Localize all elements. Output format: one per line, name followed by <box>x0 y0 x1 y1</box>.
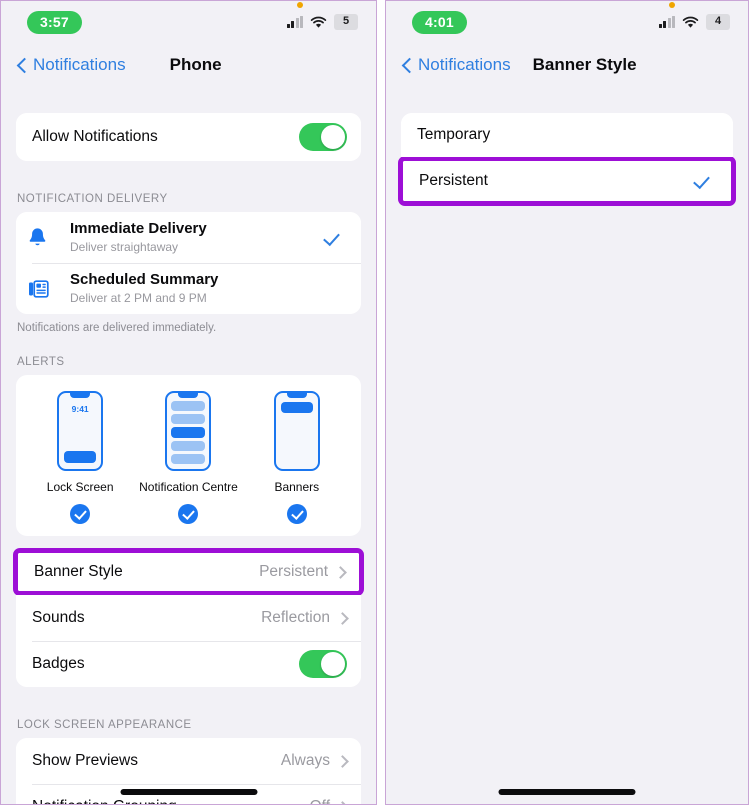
right-phone-panel: 4:01 4 Notifications Banner Style Tempor… <box>385 0 749 805</box>
home-indicator <box>120 789 257 795</box>
banner-style-group: Banner Style Persistent <box>18 552 359 591</box>
page-title: Phone <box>169 55 222 74</box>
lock-screen-preview-icon: 9:41 <box>57 390 104 471</box>
alert-option-banners[interactable]: Banners <box>245 390 349 524</box>
allow-notifications-group: Allow Notifications <box>16 113 361 161</box>
alert-option-notification-centre[interactable]: Notification Centre <box>136 390 240 524</box>
allow-notifications-toggle[interactable] <box>299 123 347 151</box>
status-time: 4:01 <box>412 10 467 34</box>
screenshot-root: 3:57 5 Notifications Phone Allow Notific… <box>0 0 750 805</box>
row-value: Always <box>280 751 330 769</box>
status-indicators: 5 <box>286 2 358 30</box>
row-label: Sounds <box>32 608 85 626</box>
row-value: Reflection <box>261 608 330 626</box>
alert-option-label: Notification Centre <box>139 479 238 494</box>
notification-delivery-group: Immediate Delivery Deliver straightaway <box>16 212 361 314</box>
banners-preview-icon <box>273 390 320 471</box>
newspaper-icon <box>28 279 70 298</box>
check-circle-icon[interactable] <box>178 503 199 524</box>
row-label: Badges <box>32 654 85 672</box>
row-banner-style[interactable]: Banner Style Persistent <box>18 552 359 591</box>
row-label: Show Previews <box>32 751 138 769</box>
row-immediate-delivery[interactable]: Immediate Delivery Deliver straightaway <box>16 212 361 263</box>
status-time: 3:57 <box>27 10 82 34</box>
row-text: Immediate Delivery Deliver straightaway <box>70 220 325 255</box>
row-title: Scheduled Summary <box>70 270 219 288</box>
chevron-right-icon <box>336 565 345 579</box>
row-value: Persistent <box>259 562 328 580</box>
row-value: Off <box>310 798 330 804</box>
row-sounds[interactable]: Sounds Reflection <box>16 594 361 641</box>
checkmark-icon <box>325 229 343 247</box>
notification-centre-preview-icon <box>165 390 212 471</box>
banner-style-options-group: Temporary <box>401 113 733 157</box>
status-bar-left: 3:57 5 <box>1 1 376 43</box>
back-button-label: Notifications <box>418 55 511 74</box>
battery-icon: 4 <box>706 14 730 30</box>
left-phone-panel: 3:57 5 Notifications Phone Allow Notific… <box>0 0 377 805</box>
check-circle-icon[interactable] <box>286 503 307 524</box>
privacy-dot-icon <box>668 2 675 8</box>
chevron-left-icon <box>402 56 413 74</box>
row-label: Notification Grouping <box>32 798 310 804</box>
panel-divider <box>377 0 385 805</box>
page-title: Banner Style <box>532 55 637 74</box>
alert-option-label: Lock Screen <box>46 479 114 494</box>
row-title: Immediate Delivery <box>70 219 207 237</box>
persistent-highlight: Persistent <box>398 156 736 206</box>
row-allow-notifications[interactable]: Allow Notifications <box>16 113 361 161</box>
battery-icon: 5 <box>334 14 358 30</box>
row-label: Temporary <box>417 126 491 143</box>
chevron-right-icon <box>338 754 347 768</box>
banner-style-highlight: Banner Style Persistent <box>13 547 364 596</box>
chevron-right-icon <box>338 800 347 804</box>
home-indicator <box>498 789 636 795</box>
row-label: Allow Notifications <box>32 128 158 145</box>
row-subtitle: Deliver at 2 PM and 9 PM <box>70 290 207 305</box>
cellular-signal-icon <box>286 16 303 28</box>
alerts-options-card: 9:41 Lock Screen Notification Centre Ban… <box>16 374 361 536</box>
row-label: Persistent <box>419 172 488 189</box>
status-indicators: 4 <box>658 2 730 30</box>
status-bar-right: 4:01 4 <box>386 1 748 43</box>
alert-option-label: Banners <box>274 479 320 494</box>
checkmark-icon <box>695 172 713 190</box>
row-text: Scheduled Summary Deliver at 2 PM and 9 … <box>70 271 347 306</box>
alert-option-lock-screen[interactable]: 9:41 Lock Screen <box>28 390 132 524</box>
preview-time: 9:41 <box>71 403 89 414</box>
section-header-notification-delivery: NOTIFICATION DELIVERY <box>17 193 168 205</box>
row-badges[interactable]: Badges <box>16 640 361 687</box>
nav-bar-right: Notifications Banner Style <box>386 43 748 87</box>
badges-toggle[interactable] <box>299 649 347 678</box>
chevron-right-icon <box>338 611 347 625</box>
row-subtitle: Deliver straightaway <box>70 239 179 254</box>
section-header-alerts: ALERTS <box>17 355 65 368</box>
check-circle-icon[interactable] <box>70 503 91 524</box>
wifi-icon <box>310 16 327 28</box>
row-temporary[interactable]: Temporary <box>401 113 733 157</box>
wifi-icon <box>682 16 699 28</box>
back-button[interactable]: Notifications <box>402 55 511 75</box>
alert-settings-group: Sounds Reflection Badges <box>16 594 361 687</box>
persistent-group: Persistent <box>403 161 731 201</box>
row-scheduled-summary[interactable]: Scheduled Summary Deliver at 2 PM and 9 … <box>16 263 361 314</box>
chevron-left-icon <box>17 56 28 74</box>
back-button[interactable]: Notifications <box>17 55 126 75</box>
privacy-dot-icon <box>296 2 303 8</box>
section-footer-delivery: Notifications are delivered immediately. <box>17 322 217 334</box>
row-persistent[interactable]: Persistent <box>403 161 731 201</box>
section-header-lock-screen-appearance: LOCK SCREEN APPEARANCE <box>17 718 192 731</box>
bell-icon <box>28 227 70 248</box>
row-label: Banner Style <box>34 562 123 580</box>
row-show-previews[interactable]: Show Previews Always <box>16 737 361 784</box>
back-button-label: Notifications <box>33 55 126 74</box>
nav-bar-left: Notifications Phone <box>1 43 376 87</box>
cellular-signal-icon <box>658 16 675 28</box>
